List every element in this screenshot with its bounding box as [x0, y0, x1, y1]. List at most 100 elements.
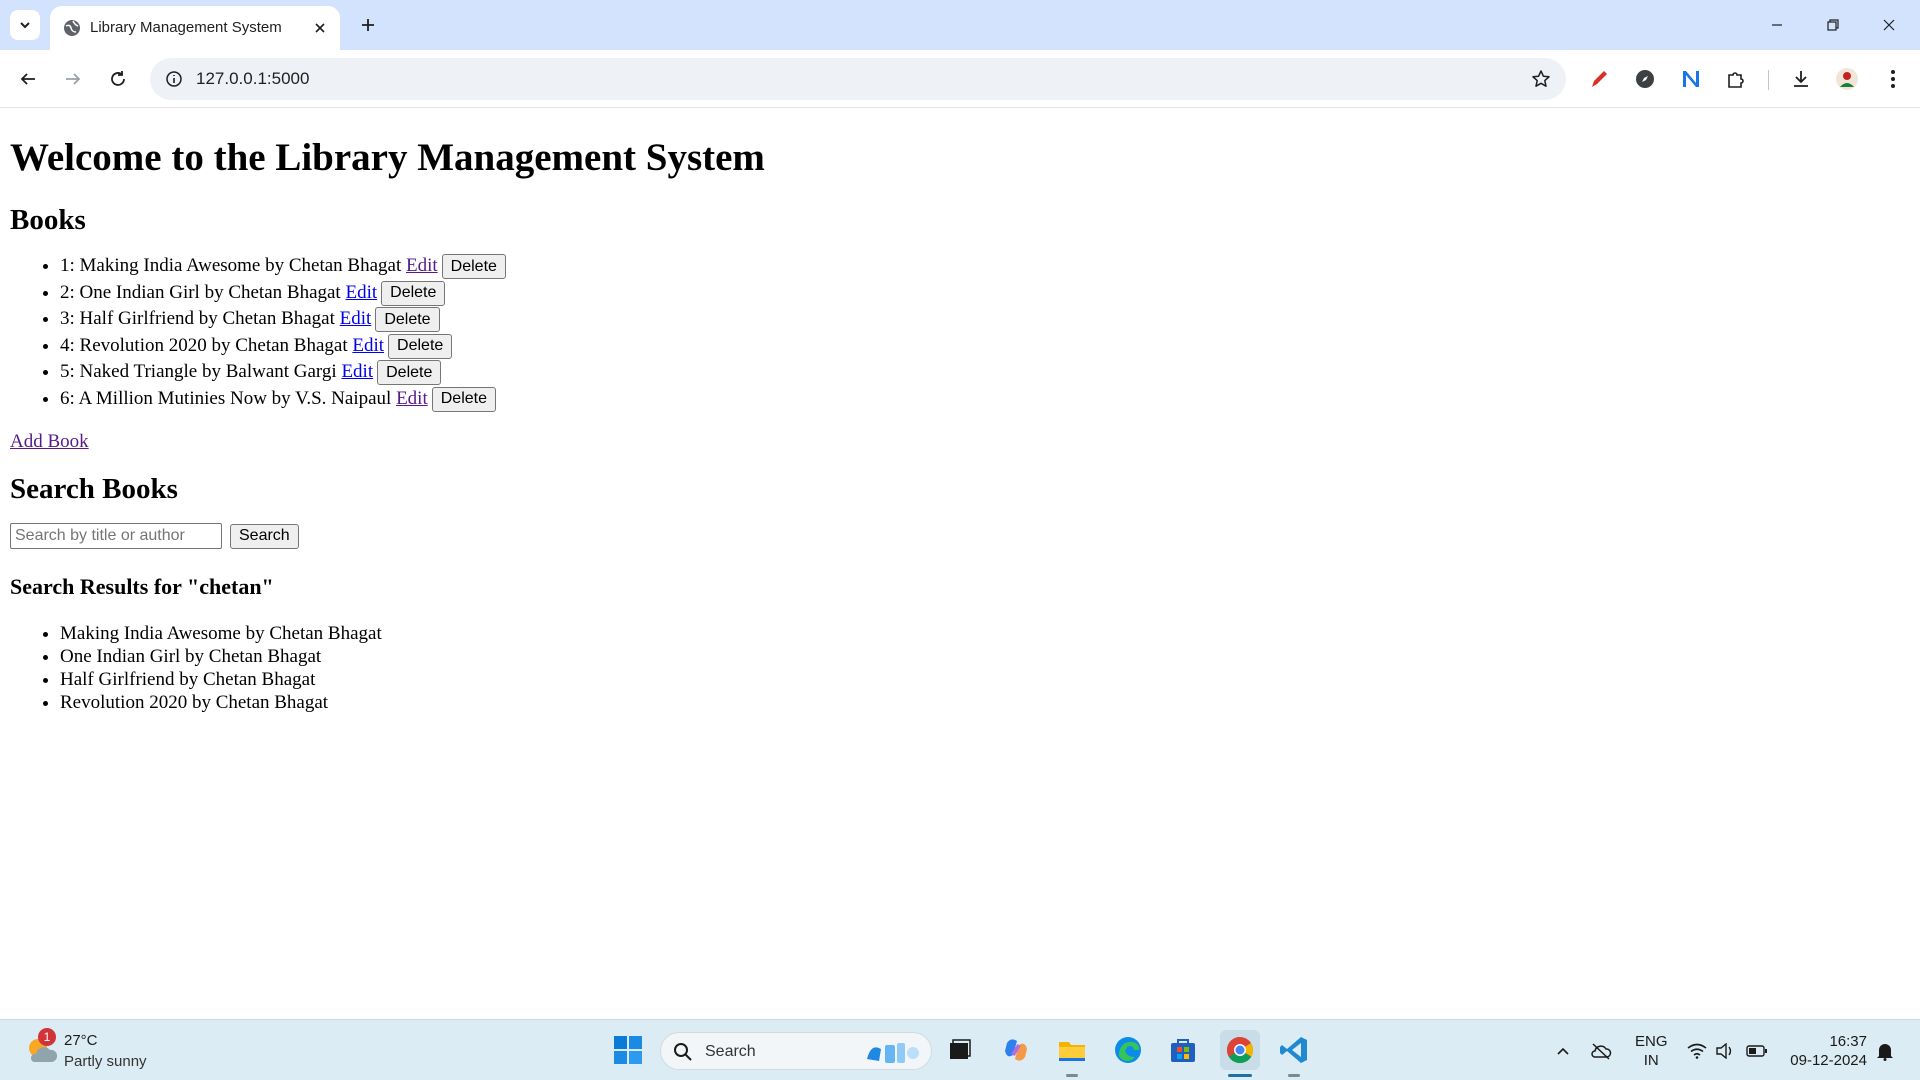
result-item: Revolution 2020 by Chetan Bhagat: [60, 691, 1910, 714]
browser-tab-bar: Library Management System: [0, 0, 1920, 50]
weather-temp: 27°C: [64, 1032, 98, 1049]
page-content: Welcome to the Library Management System…: [0, 109, 1920, 1019]
volume-icon: [1716, 1043, 1732, 1059]
new-tab-button[interactable]: [354, 11, 382, 39]
browser-tab-active[interactable]: Library Management System: [50, 6, 340, 50]
edit-link[interactable]: Edit: [341, 361, 373, 382]
restore-button[interactable]: [1810, 8, 1856, 42]
chrome-icon: [1226, 1036, 1254, 1064]
extension-pen-button[interactable]: [1586, 66, 1612, 92]
extensions-button[interactable]: [1723, 66, 1749, 92]
compass-icon: [1636, 70, 1654, 88]
minimize-icon: [1772, 24, 1782, 26]
forward-button[interactable]: [58, 64, 88, 94]
globe-icon: [64, 20, 80, 36]
edit-link[interactable]: Edit: [345, 282, 377, 303]
delete-button[interactable]: Delete: [375, 307, 440, 333]
page-title: Welcome to the Library Management System: [10, 136, 765, 179]
book-item: 4: Revolution 2020 by Chetan Bhagat Edit…: [60, 333, 1910, 360]
delete-button[interactable]: Delete: [431, 386, 496, 412]
add-book-link[interactable]: Add Book: [10, 431, 1910, 453]
bell-icon: [1877, 1044, 1893, 1061]
vscode-button[interactable]: [1276, 1032, 1312, 1068]
volume-button[interactable]: [1714, 1040, 1736, 1062]
wifi-button[interactable]: [1686, 1040, 1708, 1062]
address-bar[interactable]: 127.0.0.1:5000: [150, 58, 1566, 100]
task-view-icon: [950, 1039, 971, 1059]
menu-button[interactable]: [1880, 66, 1906, 92]
running-indicator: [1288, 1074, 1300, 1077]
close-icon: [315, 23, 325, 33]
battery-button[interactable]: [1746, 1040, 1768, 1062]
taskbar-search[interactable]: Search: [660, 1032, 932, 1070]
result-list: Making India Awesome by Chetan Bhagat On…: [10, 622, 1910, 714]
clock-time: 16:37: [1829, 1033, 1867, 1050]
minimize-button[interactable]: [1754, 8, 1800, 42]
vscode-icon: [1280, 1037, 1307, 1063]
edit-link[interactable]: Edit: [340, 308, 372, 329]
tab-close-button[interactable]: [310, 18, 330, 38]
search-button[interactable]: Search: [230, 523, 299, 549]
active-indicator: [1228, 1074, 1252, 1077]
chrome-button[interactable]: [1220, 1030, 1260, 1070]
store-button[interactable]: [1165, 1032, 1201, 1068]
clock[interactable]: 16:37 09-12-2024: [1783, 1032, 1867, 1070]
star-icon: [1532, 70, 1550, 87]
cloud-off-icon: [1591, 1043, 1612, 1060]
bookmark-button[interactable]: [1530, 68, 1552, 90]
task-view-button[interactable]: [942, 1032, 978, 1068]
reload-button[interactable]: [103, 64, 133, 94]
folder-icon: [1059, 1042, 1085, 1061]
result-item: One Indian Girl by Chetan Bhagat: [60, 645, 1910, 668]
info-icon: [166, 71, 182, 87]
arrow-right-icon: [66, 73, 81, 85]
tab-search-button[interactable]: [10, 10, 40, 40]
profile-button[interactable]: [1834, 66, 1860, 92]
weather-desc: Partly sunny: [64, 1053, 147, 1070]
delete-button[interactable]: Delete: [388, 333, 453, 359]
edit-link[interactable]: Edit: [406, 255, 438, 276]
edge-button[interactable]: [1110, 1032, 1146, 1068]
delete-button[interactable]: Delete: [381, 280, 446, 306]
battery-icon: [1746, 1045, 1767, 1057]
book-text: 5: Naked Triangle by Balwant Gargi: [60, 361, 337, 382]
close-window-button[interactable]: [1866, 8, 1912, 42]
book-text: 2: One Indian Girl by Chetan Bhagat: [60, 281, 341, 303]
book-text: 1: Making India Awesome by Chetan Bhagat: [60, 255, 402, 276]
back-button[interactable]: [13, 64, 43, 94]
n-logo-icon: [1683, 71, 1699, 87]
taskbar-search-label: Search: [705, 1043, 756, 1060]
edit-link[interactable]: Edit: [352, 335, 384, 356]
show-hidden-icons-button[interactable]: [1552, 1040, 1574, 1062]
result-item: Half Girlfriend by Chetan Bhagat: [60, 668, 1910, 691]
search-icon: [674, 1043, 692, 1061]
copilot-button[interactable]: [998, 1032, 1034, 1068]
file-explorer-button[interactable]: [1054, 1032, 1090, 1068]
chevron-up-icon: [1557, 1047, 1569, 1055]
chevron-down-icon: [20, 22, 30, 29]
puzzle-icon: [1728, 72, 1744, 88]
book-text: 3: Half Girlfriend by Chetan Bhagat: [60, 308, 335, 329]
delete-button[interactable]: Delete: [377, 360, 442, 386]
arrow-left-icon: [20, 73, 35, 85]
url-text: 127.0.0.1:5000: [196, 69, 310, 88]
book-text: 6: A Million Mutinies Now by V.S. Naipau…: [60, 387, 392, 409]
site-info-button[interactable]: [164, 69, 184, 89]
close-icon: [1883, 19, 1895, 31]
search-input[interactable]: [10, 523, 222, 549]
extension-n-button[interactable]: [1678, 66, 1704, 92]
downloads-button[interactable]: [1788, 66, 1814, 92]
extension-compass-button[interactable]: [1632, 66, 1658, 92]
edit-link[interactable]: Edit: [396, 388, 428, 409]
notifications-button[interactable]: [1874, 1040, 1896, 1062]
start-button[interactable]: [610, 1032, 646, 1068]
search-highlight-icon: [867, 1043, 919, 1063]
lang-code: ENG: [1635, 1033, 1668, 1050]
onedrive-button[interactable]: [1590, 1040, 1612, 1062]
book-text: 4: Revolution 2020 by Chetan Bhagat: [60, 334, 348, 356]
restore-icon: [1827, 19, 1839, 31]
book-item: 1: Making India Awesome by Chetan Bhagat…: [60, 253, 1910, 280]
delete-button[interactable]: Delete: [441, 254, 506, 280]
language-indicator[interactable]: ENG IN: [1635, 1032, 1668, 1070]
result-item: Making India Awesome by Chetan Bhagat: [60, 622, 1910, 645]
